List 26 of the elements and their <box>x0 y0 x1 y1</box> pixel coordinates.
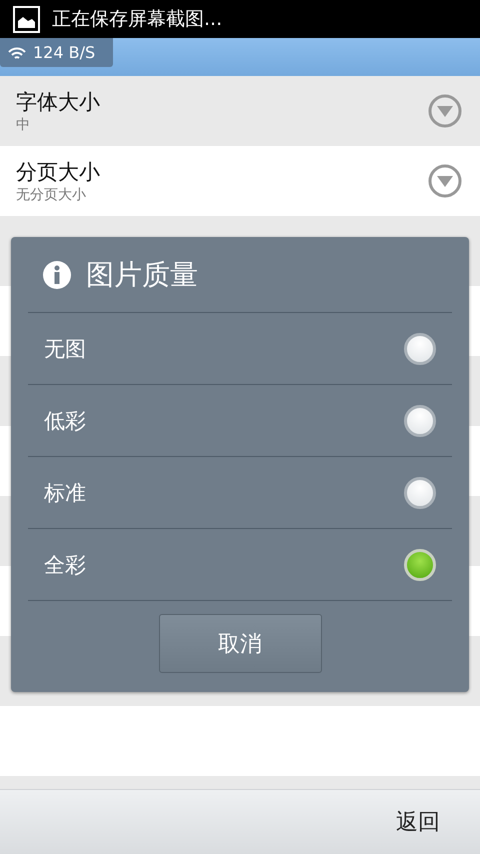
setting-summary: 无分页大小 <box>16 186 87 204</box>
radio-button[interactable] <box>404 548 436 580</box>
setting-title: 字体大小 <box>16 89 101 116</box>
radio-button[interactable] <box>404 332 436 364</box>
setting-row[interactable]: 字体大小 中 <box>0 76 480 146</box>
back-button[interactable]: 返回 <box>392 803 444 841</box>
cancel-button[interactable]: 取消 <box>158 614 322 673</box>
option-label: 全彩 <box>44 552 86 578</box>
speed-text: 124 B/S <box>33 43 96 62</box>
info-icon <box>42 260 72 290</box>
radio-button[interactable] <box>404 404 436 436</box>
dropdown-icon[interactable] <box>428 164 462 198</box>
notification-text: 正在保存屏幕截图... <box>52 7 222 32</box>
option-row[interactable]: 标准 <box>28 457 452 529</box>
radio-button[interactable] <box>404 476 436 508</box>
dropdown-icon[interactable] <box>428 94 462 128</box>
option-label: 标准 <box>44 480 86 506</box>
option-row[interactable]: 无图 <box>28 313 452 385</box>
image-icon <box>13 6 40 32</box>
option-row[interactable]: 全彩 <box>28 529 452 601</box>
dialog-title: 图片质量 <box>86 256 198 292</box>
setting-title: 分页大小 <box>16 159 101 186</box>
setting-summary: 中 <box>16 116 31 134</box>
option-label: 低彩 <box>44 408 86 434</box>
option-label: 无图 <box>44 336 86 362</box>
option-row[interactable]: 低彩 <box>28 385 452 457</box>
